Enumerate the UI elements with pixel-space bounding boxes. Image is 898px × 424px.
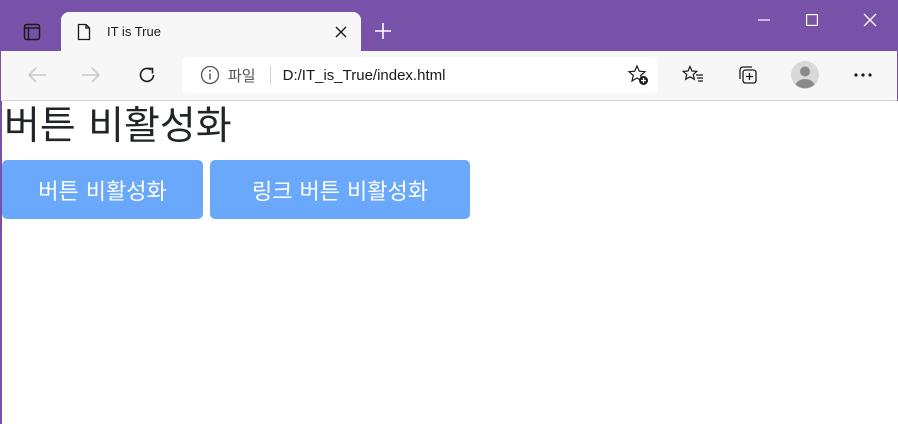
url-text[interactable]: D:/IT_is_True/index.html [283, 67, 622, 84]
more-icon [854, 73, 872, 77]
disabled-link-button[interactable]: 링크 버튼 비활성화 [210, 160, 470, 219]
favorites-icon [682, 65, 703, 82]
browser-window: IT is True 파일 D:/IT_is_True/index.html 버… [0, 0, 898, 424]
avatar-icon [791, 61, 819, 89]
minimize-icon [758, 19, 770, 21]
tab-actions-icon[interactable] [13, 13, 51, 51]
close-window-button[interactable] [847, 1, 893, 39]
collections-icon [739, 66, 757, 84]
browser-toolbar: 파일 D:/IT_is_True/index.html [1, 51, 897, 101]
star-plus-icon[interactable] [622, 59, 654, 91]
close-icon [863, 13, 877, 27]
profile-button[interactable] [789, 59, 821, 91]
forward-button[interactable] [75, 59, 107, 91]
address-divider [269, 66, 271, 84]
more-button[interactable] [847, 59, 879, 91]
page-content: 버튼 비활성화 버튼 비활성화 링크 버튼 비활성화 [2, 101, 898, 424]
new-tab-button[interactable] [369, 17, 397, 45]
maximize-button[interactable] [789, 1, 835, 39]
arrow-right-icon [82, 67, 101, 83]
collections-button[interactable] [732, 59, 764, 91]
maximize-icon [806, 14, 818, 26]
favorites-button[interactable] [677, 59, 709, 91]
info-icon[interactable] [200, 65, 220, 85]
refresh-icon [139, 67, 155, 83]
tab-title: IT is True [107, 24, 161, 39]
page-icon [77, 23, 93, 41]
minimize-button[interactable] [741, 1, 787, 39]
site-info-label[interactable]: 파일 [228, 65, 256, 86]
address-bar[interactable]: 파일 D:/IT_is_True/index.html [182, 57, 658, 93]
arrow-left-icon [27, 67, 46, 83]
title-bar: IT is True [1, 1, 897, 51]
page-heading: 버튼 비활성화 [4, 104, 232, 149]
refresh-button[interactable] [131, 59, 163, 91]
disabled-button[interactable]: 버튼 비활성화 [2, 160, 203, 219]
plus-icon [375, 23, 391, 39]
browser-tab[interactable]: IT is True [61, 12, 361, 51]
back-button[interactable] [21, 59, 53, 91]
close-tab-icon[interactable] [325, 16, 357, 48]
